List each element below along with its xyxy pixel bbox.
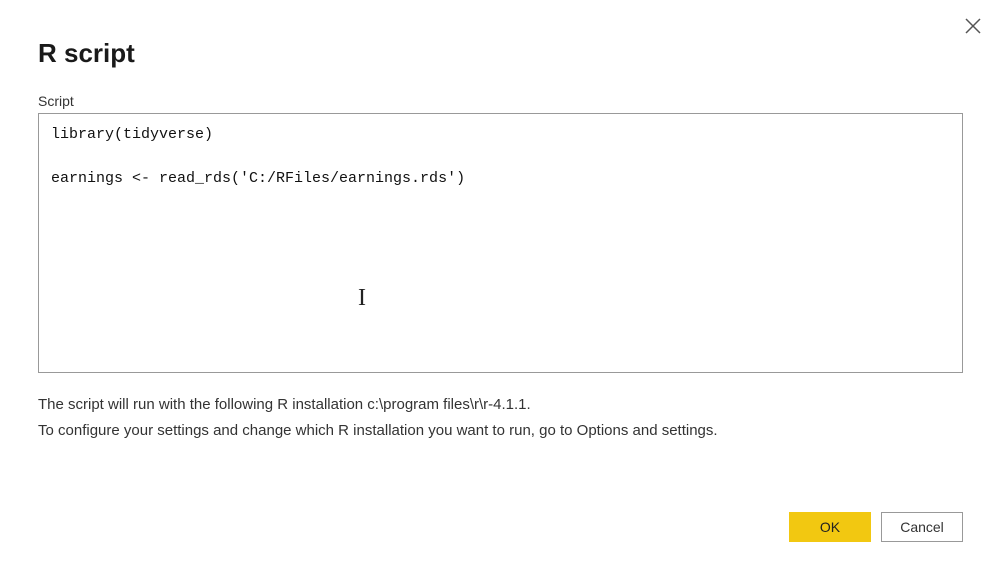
close-icon[interactable] [965,18,981,38]
dialog-title: R script [38,38,963,69]
ok-button[interactable]: OK [789,512,871,542]
r-script-dialog: R script Script The script will run with… [0,0,1001,572]
script-input[interactable] [38,113,963,373]
button-row: OK Cancel [789,512,963,542]
info-line-2: To configure your settings and change wh… [38,418,963,444]
cancel-button[interactable]: Cancel [881,512,963,542]
info-line-1: The script will run with the following R… [38,392,963,418]
info-text: The script will run with the following R… [38,392,963,443]
script-label: Script [38,93,963,109]
